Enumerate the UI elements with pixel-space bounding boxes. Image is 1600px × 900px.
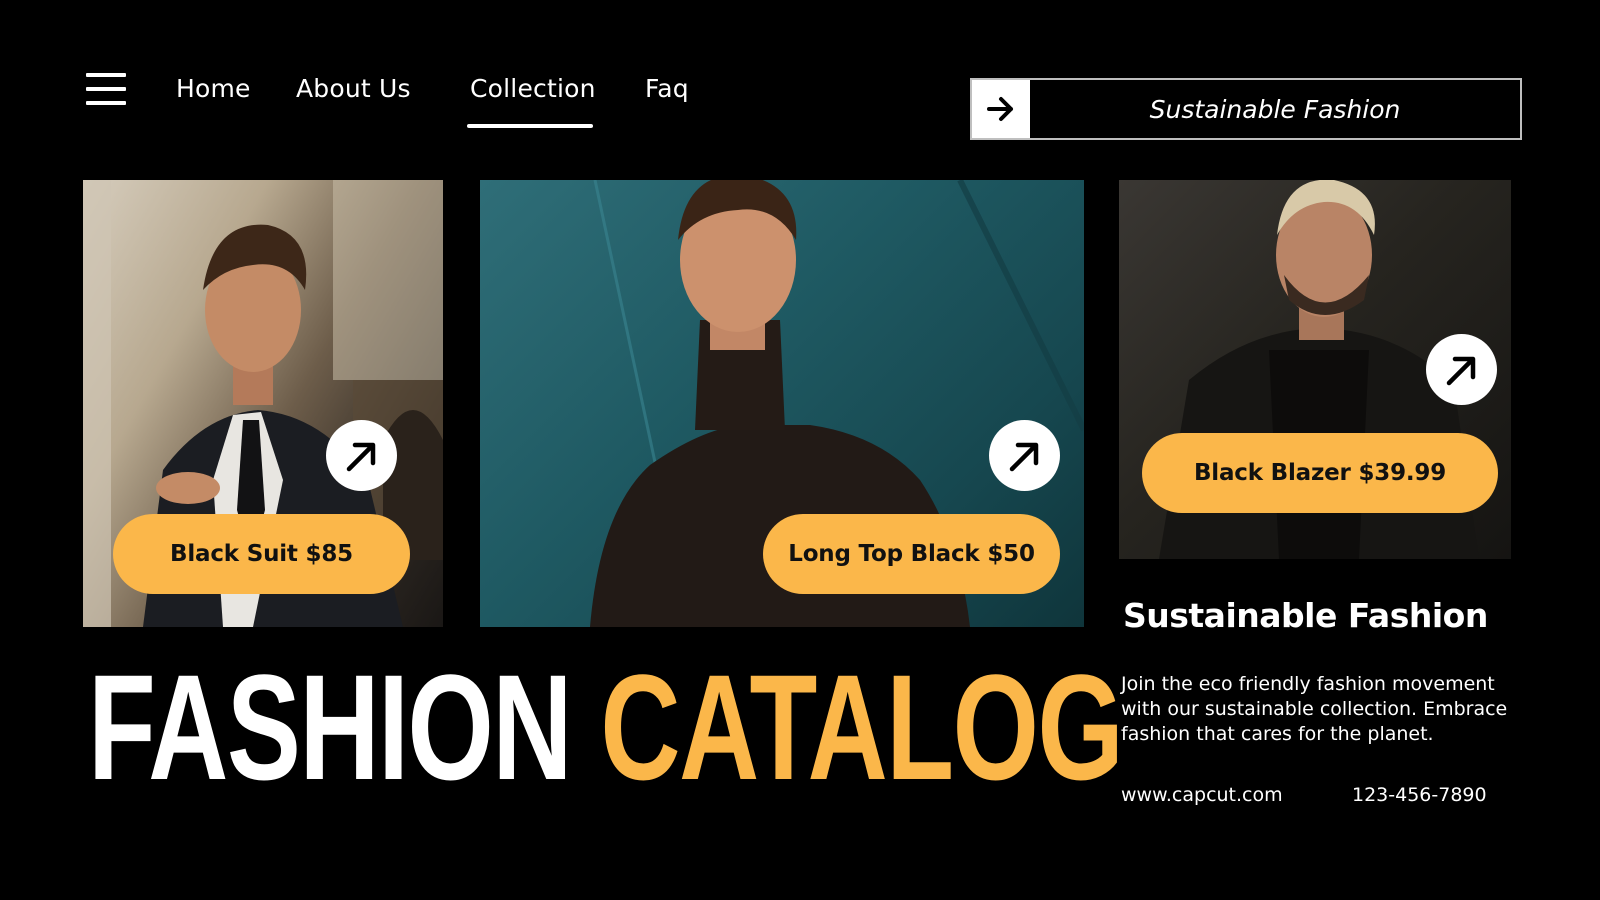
arrow-up-right-icon[interactable] bbox=[1426, 334, 1497, 405]
active-nav-underline bbox=[467, 124, 593, 128]
nav-faq[interactable]: Faq bbox=[645, 74, 689, 103]
sustainable-fashion-search-bar[interactable]: Sustainable Fashion bbox=[970, 78, 1522, 140]
arrow-right-icon[interactable] bbox=[972, 80, 1030, 138]
arrow-up-right-icon[interactable] bbox=[989, 420, 1060, 491]
nav-home[interactable]: Home bbox=[176, 74, 251, 103]
black-blazer-price-button[interactable]: Black Blazer $39.99 bbox=[1142, 433, 1498, 513]
info-heading: Sustainable Fashion bbox=[1123, 596, 1488, 635]
title-catalog: CATALOG bbox=[600, 643, 1123, 811]
hamburger-menu-icon[interactable] bbox=[86, 73, 126, 107]
black-suit-price-button[interactable]: Black Suit $85 bbox=[113, 514, 410, 594]
nav-collection[interactable]: Collection bbox=[470, 74, 596, 103]
website-link[interactable]: www.capcut.com bbox=[1121, 784, 1283, 806]
long-top-black-price-button[interactable]: Long Top Black $50 bbox=[763, 514, 1060, 594]
title-fashion: FASHION bbox=[88, 643, 573, 811]
nav-about-us[interactable]: About Us bbox=[296, 74, 411, 103]
arrow-up-right-icon[interactable] bbox=[326, 420, 397, 491]
phone-number: 123-456-7890 bbox=[1352, 784, 1487, 806]
info-description: Join the eco friendly fashion movement w… bbox=[1121, 673, 1508, 745]
fashion-catalog-title: FASHION CATALOG bbox=[88, 652, 1124, 802]
search-bar-text: Sustainable Fashion bbox=[1149, 94, 1401, 124]
